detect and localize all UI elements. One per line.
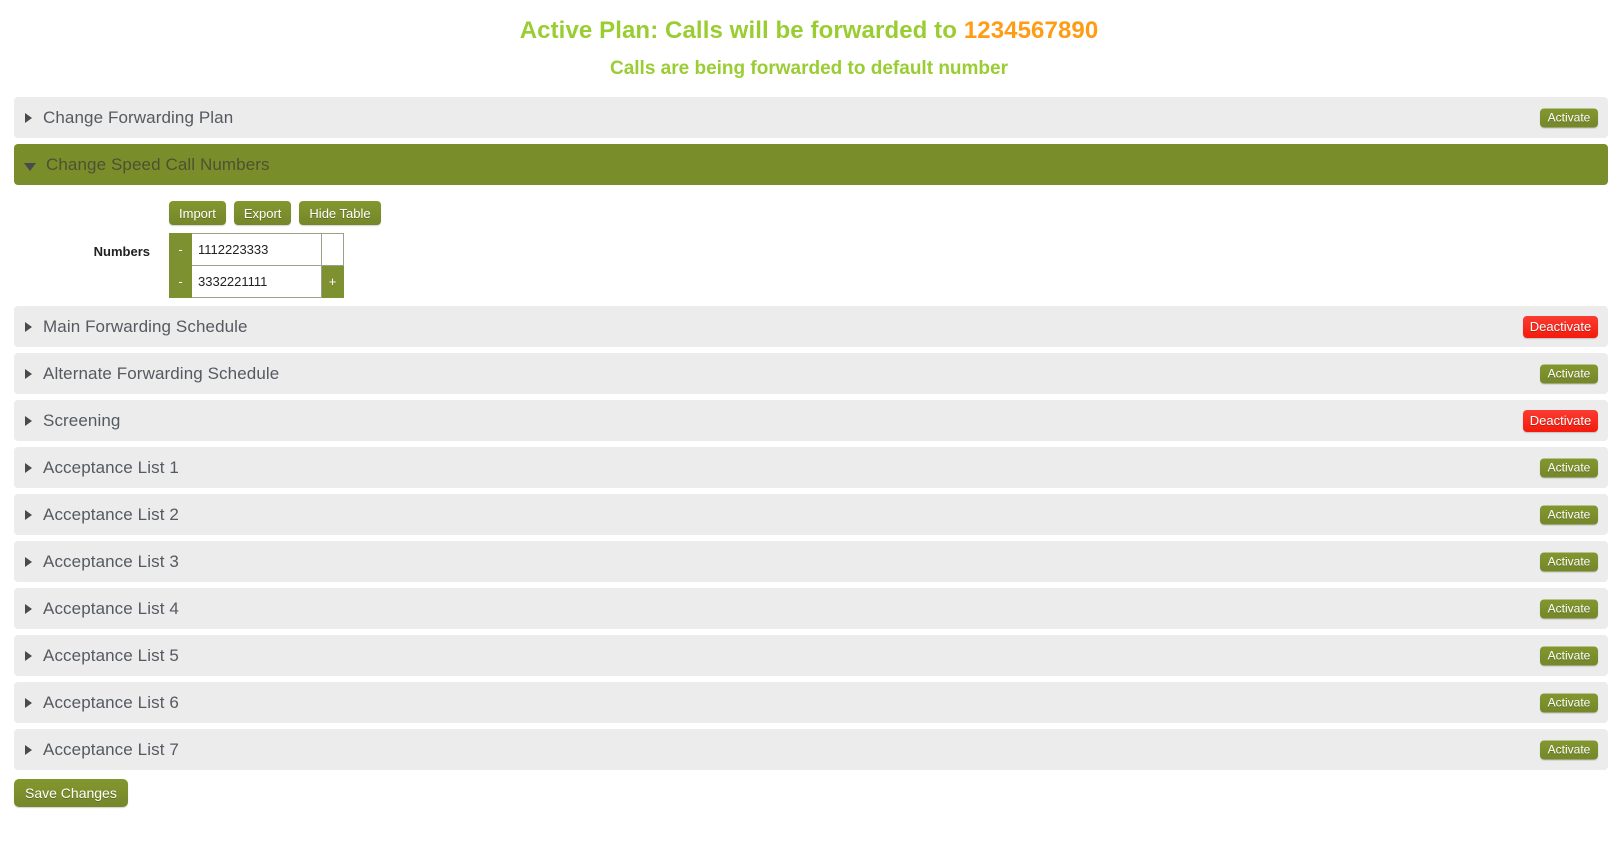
accordion-header-change-speed-call-numbers[interactable]: Change Speed Call Numbers — [14, 144, 1608, 185]
accordion-header-acceptance-list-3[interactable]: Acceptance List 3 Activate — [14, 541, 1608, 582]
accordion-title: Acceptance List 6 — [43, 692, 179, 712]
save-changes-button[interactable]: Save Changes — [14, 779, 128, 807]
chevron-right-icon — [25, 415, 32, 426]
accordion-title: Acceptance List 7 — [43, 739, 179, 759]
accordion-title: Acceptance List 3 — [43, 551, 179, 571]
chevron-right-icon — [25, 744, 32, 755]
accordion-header-acceptance-list-2[interactable]: Acceptance List 2 Activate — [14, 494, 1608, 535]
status-banner: Active Plan: Calls will be forwarded to … — [0, 0, 1618, 82]
chevron-right-icon — [25, 368, 32, 379]
activate-button-acceptance-list-7[interactable]: Activate — [1540, 740, 1598, 759]
numbers-area: Numbers--+ — [14, 233, 1608, 298]
speed-call-number-input[interactable] — [192, 266, 321, 297]
chevron-right-icon — [25, 509, 32, 520]
active-plan-prefix: Active Plan: Calls will be forwarded to — [519, 17, 964, 44]
forwarding-status-text: Calls are being forwarded to default num… — [609, 58, 1008, 79]
chevron-right-icon — [25, 650, 32, 661]
accordion-header-acceptance-list-7[interactable]: Acceptance List 7 Activate — [14, 729, 1608, 770]
speed-call-number-input[interactable] — [192, 234, 321, 265]
active-plan-text: Active Plan: Calls will be forwarded to … — [0, 16, 1618, 46]
forward-number: 1234567890 — [963, 17, 1099, 44]
speed-call-numbers-table: --+ — [169, 233, 344, 298]
chevron-right-icon — [25, 321, 32, 332]
remove-number-button[interactable]: - — [169, 233, 192, 266]
accordion-title: Screening — [43, 410, 121, 430]
add-number-button[interactable]: + — [321, 265, 344, 298]
speed-call-toolbar: Import Export Hide Table — [169, 201, 1608, 225]
accordion-header-acceptance-list-1[interactable]: Acceptance List 1 Activate — [14, 447, 1608, 488]
table-row: -+ — [169, 265, 344, 298]
accordion-title: Change Speed Call Numbers — [46, 154, 270, 174]
import-button[interactable]: Import — [169, 201, 226, 225]
numbers-label: Numbers — [93, 244, 150, 259]
accordion-title: Alternate Forwarding Schedule — [43, 363, 280, 383]
activate-button-acceptance-list-6[interactable]: Activate — [1540, 693, 1598, 712]
chevron-right-icon — [25, 603, 32, 614]
deactivate-button-main-forwarding-schedule[interactable]: Deactivate — [1523, 315, 1598, 338]
accordion-header-screening[interactable]: Screening Deactivate — [14, 400, 1608, 441]
accordion-header-acceptance-list-5[interactable]: Acceptance List 5 Activate — [14, 635, 1608, 676]
activate-button-acceptance-list-1[interactable]: Activate — [1540, 458, 1598, 477]
empty-cell — [321, 233, 344, 266]
remove-number-button[interactable]: - — [169, 265, 192, 298]
hide-table-button[interactable]: Hide Table — [299, 201, 381, 225]
footer-actions: Save Changes — [0, 779, 1618, 807]
chevron-right-icon — [25, 697, 32, 708]
chevron-right-icon — [25, 556, 32, 567]
accordion-title: Acceptance List 2 — [43, 504, 179, 524]
activate-button-acceptance-list-2[interactable]: Activate — [1540, 505, 1598, 524]
chevron-down-icon — [24, 162, 36, 171]
accordion-header-acceptance-list-6[interactable]: Acceptance List 6 Activate — [14, 682, 1608, 723]
activate-button-acceptance-list-3[interactable]: Activate — [1540, 552, 1598, 571]
accordion-title: Acceptance List 1 — [43, 457, 179, 477]
activate-button-alternate-forwarding-schedule[interactable]: Activate — [1540, 364, 1598, 383]
accordion-header-main-forwarding-schedule[interactable]: Main Forwarding Schedule Deactivate — [14, 306, 1608, 347]
table-row: - — [169, 233, 344, 266]
speed-call-numbers-panel: ImportExportHide TableNumbers--+ — [14, 191, 1608, 306]
accordion-header-acceptance-list-4[interactable]: Acceptance List 4 Activate — [14, 588, 1608, 629]
chevron-right-icon — [25, 462, 32, 473]
activate-button-acceptance-list-4[interactable]: Activate — [1540, 599, 1598, 618]
chevron-right-icon — [25, 112, 32, 123]
settings-accordion: Change Forwarding Plan Activate Change Spe… — [0, 97, 1618, 770]
page-root: Active Plan: Calls will be forwarded to … — [0, 0, 1618, 841]
activate-button-change-forwarding-plan[interactable]: Activate — [1540, 108, 1598, 127]
accordion-title: Change Forwarding Plan — [43, 107, 234, 127]
accordion-header-change-forwarding-plan[interactable]: Change Forwarding Plan Activate — [14, 97, 1608, 138]
number-input-cell — [191, 233, 322, 266]
number-input-cell — [191, 265, 322, 298]
accordion-header-alternate-forwarding-schedule[interactable]: Alternate Forwarding Schedule Activate — [14, 353, 1608, 394]
deactivate-button-screening[interactable]: Deactivate — [1523, 409, 1598, 432]
export-button[interactable]: Export — [233, 201, 292, 225]
accordion-title: Acceptance List 5 — [43, 645, 179, 665]
activate-button-acceptance-list-5[interactable]: Activate — [1540, 646, 1598, 665]
accordion-title: Acceptance List 4 — [43, 598, 179, 618]
accordion-title: Main Forwarding Schedule — [43, 316, 248, 336]
